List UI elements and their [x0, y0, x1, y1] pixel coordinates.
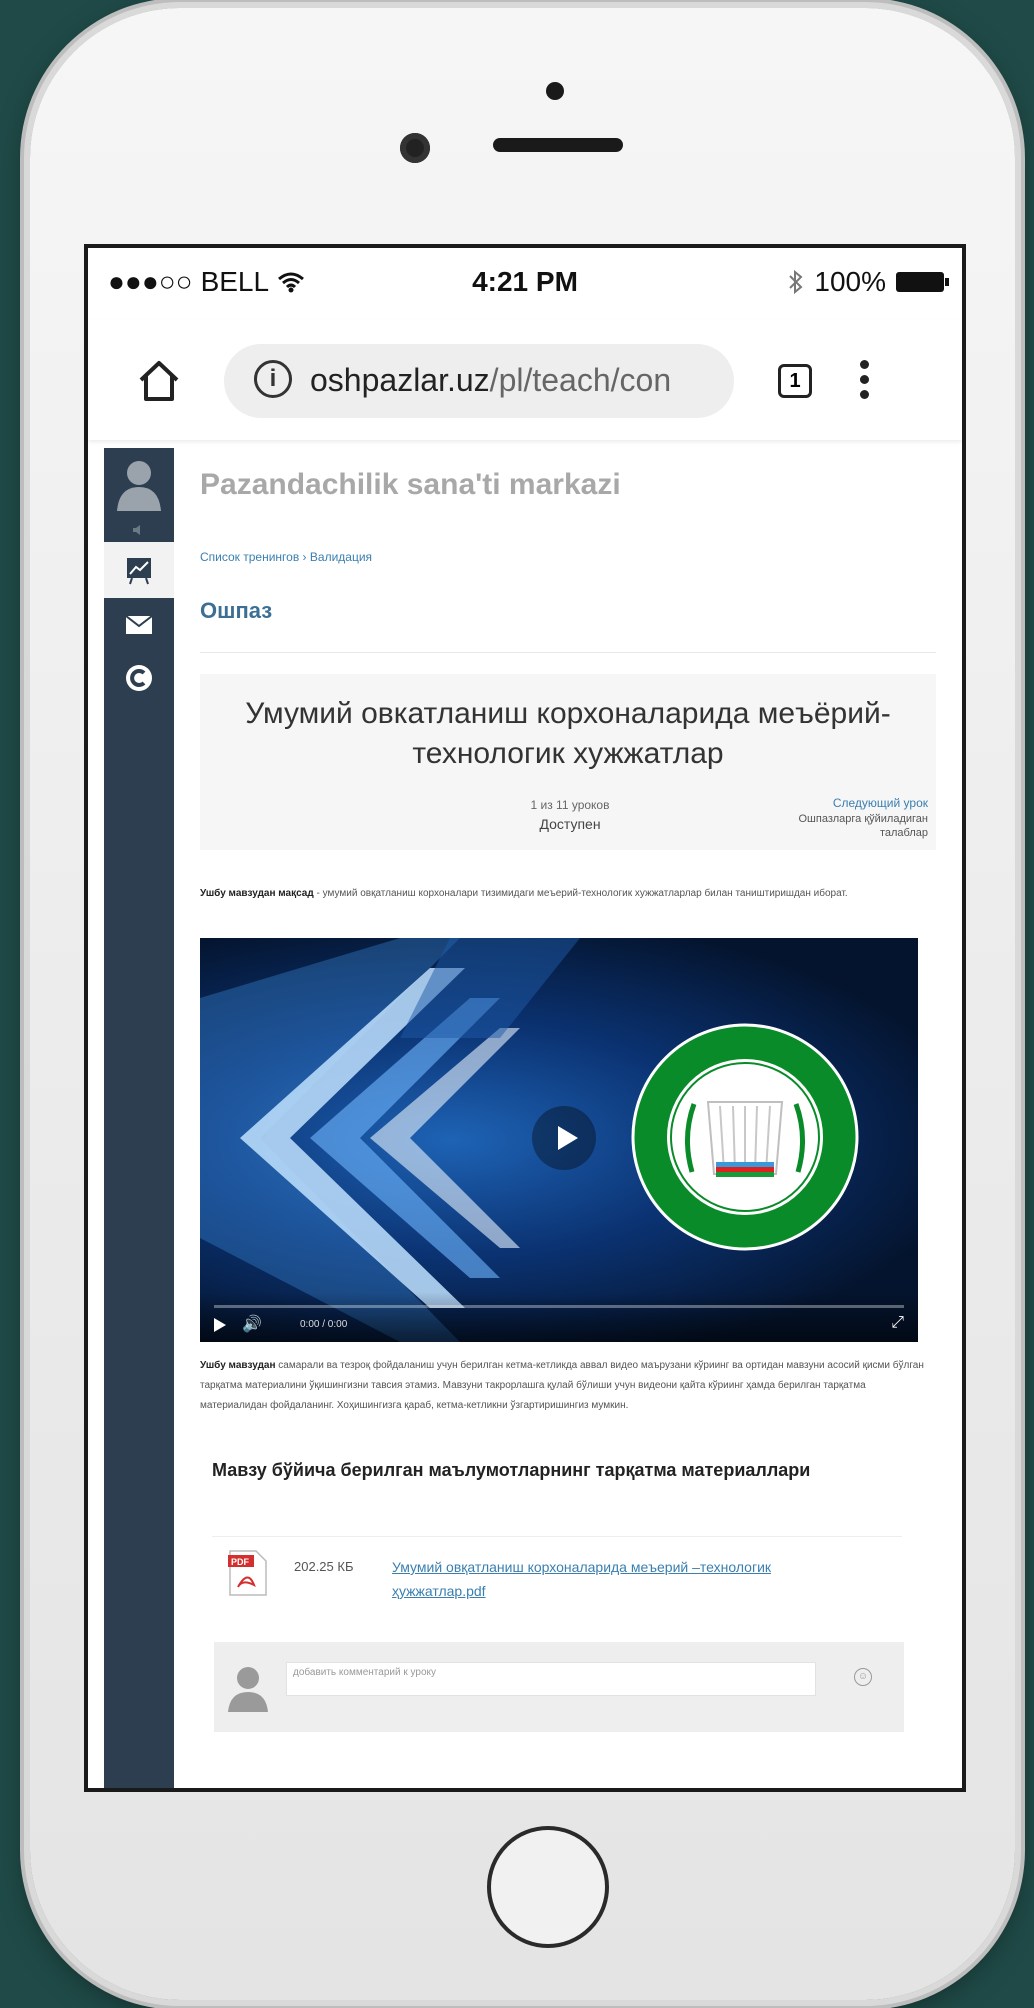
attachment-row: PDF 202.25 КБ Умумий овқатланиш корхонал…	[212, 1536, 902, 1617]
file-download-link[interactable]: Умумий овқатланиш корхоналарида меъерий …	[392, 1555, 852, 1603]
fullscreen-icon[interactable]: ⤢	[891, 1314, 904, 1332]
video-player[interactable]: 🔊 0:00 / 0:00 ⤢	[200, 938, 918, 1342]
lesson-counter: 1 из 11 уроков	[530, 798, 610, 812]
home-button[interactable]	[487, 1826, 609, 1948]
volume-icon[interactable]: 🔊	[242, 1314, 262, 1334]
mail-icon	[126, 616, 152, 634]
play-icon[interactable]	[214, 1318, 226, 1332]
home-icon[interactable]	[136, 358, 182, 404]
url-text[interactable]: oshpazlar.uz/pl/teach/con	[310, 362, 671, 399]
sidebar-sound-toggle[interactable]	[104, 518, 174, 542]
lesson-header: Умумий овкатланиш корхоналарида меъёрий-…	[200, 674, 936, 850]
comment-input[interactable]: добавить комментарий к уроку	[286, 1662, 816, 1696]
site-title[interactable]: Pazandachilik sana'ti markazi	[200, 468, 621, 502]
description-bold: Ушбу мавзудан	[200, 1360, 276, 1371]
description-text: самарали ва тезроқ фойдаланиш учун берил…	[200, 1360, 924, 1411]
lesson-description: Ушбу мавзудан самарали ва тезроқ фойдала…	[200, 1356, 926, 1416]
comment-section: добавить комментарий к уроку ☺	[214, 1642, 904, 1732]
materials-heading: Мавзу бўйича берилган маълумотларнинг та…	[212, 1460, 811, 1480]
divider	[200, 652, 936, 653]
sidebar-profile[interactable]	[104, 448, 174, 518]
svg-text:PDF: PDF	[231, 1557, 250, 1567]
page-title: Ошпаз	[200, 598, 273, 623]
lesson-status: Доступен	[539, 816, 601, 832]
video-time: 0:00 / 0:00	[300, 1319, 348, 1330]
chat-c-icon	[126, 665, 152, 691]
lesson-title: Умумий овкатланиш корхоналарида меъёрий-…	[245, 697, 891, 770]
association-logo	[631, 1023, 859, 1251]
sidebar-item-training[interactable]	[104, 542, 174, 598]
pdf-file-icon: PDF	[228, 1550, 267, 1596]
play-overlay-button[interactable]	[532, 1106, 596, 1170]
proximity-sensor	[546, 82, 564, 100]
user-avatar-icon	[228, 1667, 268, 1712]
bluetooth-icon	[789, 269, 803, 295]
status-bar: ●●●○○ BELL 4:21 PM 100%	[88, 248, 962, 320]
user-avatar-icon	[117, 461, 161, 511]
video-controls-bar	[200, 1292, 918, 1342]
next-lesson-title[interactable]: Ошпазларга қўйиладиган талаблар	[768, 812, 928, 840]
chart-board-icon	[127, 558, 151, 585]
sidebar	[104, 448, 174, 1788]
info-icon[interactable]: i	[254, 360, 292, 398]
video-progress-bar[interactable]	[214, 1305, 904, 1308]
browser-toolbar: i oshpazlar.uz/pl/teach/con 1	[88, 320, 962, 440]
earpiece-speaker	[493, 138, 623, 152]
address-bar[interactable]: i oshpazlar.uz/pl/teach/con	[224, 344, 734, 418]
battery-icon	[896, 272, 949, 292]
tabs-count-button[interactable]: 1	[778, 364, 812, 398]
front-camera	[400, 133, 430, 163]
next-lesson-link[interactable]: Следующий урок	[833, 796, 928, 810]
url-path: /pl/teach/con	[489, 362, 672, 398]
intro-bold: Ушбу мавзудан мақсад	[200, 888, 314, 899]
intro-text: - умумий овқатланиш корхоналари тизимида…	[313, 888, 848, 899]
page-content: Pazandachilik sana'ti markazi Список тре…	[88, 448, 962, 1788]
speaker-icon	[133, 525, 140, 535]
url-domain: oshpazlar.uz	[310, 362, 490, 398]
phone-screen: ●●●○○ BELL 4:21 PM 100% i oshpazlar.uz/p…	[84, 244, 966, 1792]
emoji-icon[interactable]: ☺	[854, 1668, 872, 1686]
file-size: 202.25 КБ	[294, 1559, 354, 1574]
main-column: Pazandachilik sana'ti markazi Список тре…	[200, 448, 936, 1788]
sidebar-item-chat[interactable]	[104, 652, 174, 704]
lesson-intro: Ушбу мавзудан мақсад - умумий овқатланиш…	[200, 886, 920, 902]
overflow-menu-icon[interactable]	[860, 360, 870, 405]
sidebar-item-messages[interactable]	[104, 600, 174, 650]
battery-percent: 100%	[814, 266, 886, 297]
breadcrumb[interactable]: Список тренингов › Валидация	[200, 550, 372, 564]
